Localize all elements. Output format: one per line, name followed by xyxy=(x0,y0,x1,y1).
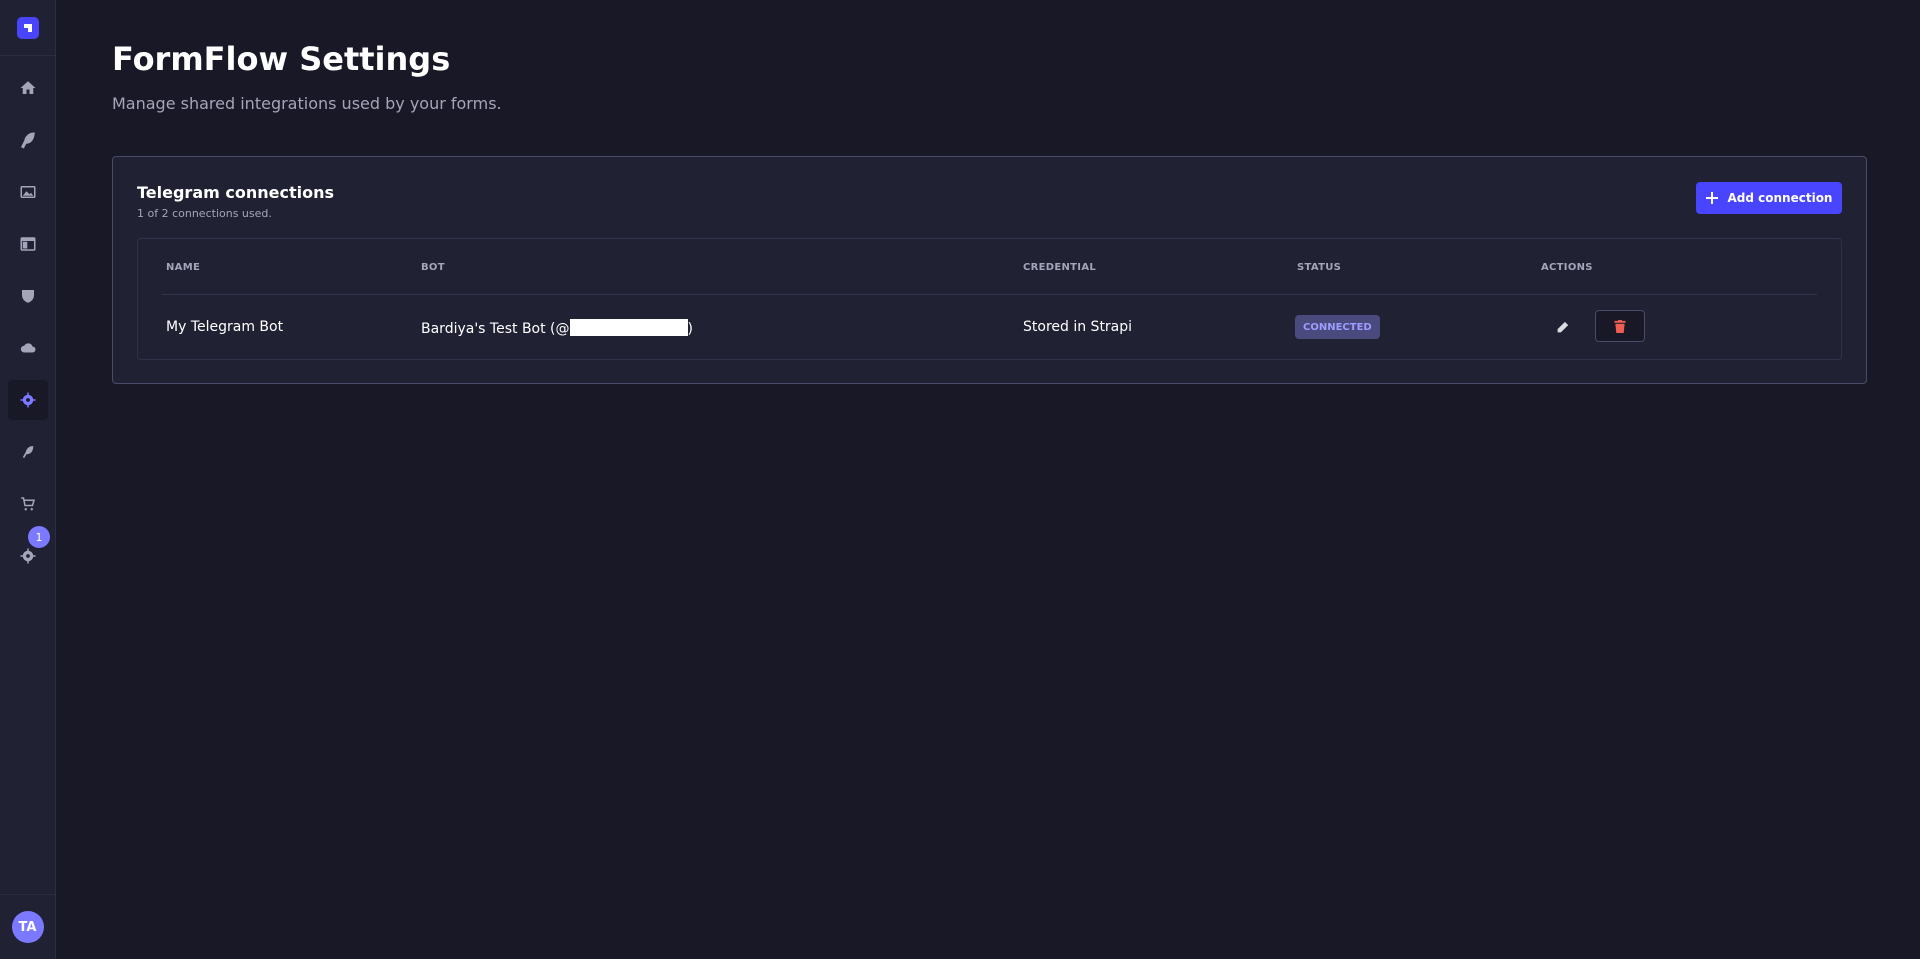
logo-area xyxy=(0,0,55,56)
home-icon xyxy=(20,81,36,94)
edit-button[interactable] xyxy=(1550,315,1574,339)
column-header-name: NAME xyxy=(166,262,201,273)
column-header-bot: BOT xyxy=(421,262,445,273)
connection-credential: Stored in Strapi xyxy=(1023,319,1133,335)
delete-button[interactable] xyxy=(1595,310,1645,342)
cart-icon xyxy=(21,497,35,511)
sidebar: 1 TA xyxy=(0,0,56,959)
telegram-connections-card: Telegram connections 1 of 2 connections … xyxy=(112,156,1867,384)
cloud-icon xyxy=(20,343,36,353)
nav-media-library[interactable] xyxy=(8,172,48,212)
layout-icon xyxy=(20,237,36,251)
add-connection-label: Add connection xyxy=(1727,191,1833,205)
sidebar-footer: TA xyxy=(0,894,55,959)
card-title: Telegram connections xyxy=(137,183,334,202)
media-icon xyxy=(20,186,36,198)
settings-icon xyxy=(20,548,36,564)
plus-icon xyxy=(1705,192,1718,204)
bot-suffix: ) xyxy=(687,321,693,337)
app-logo-icon[interactable] xyxy=(16,16,39,39)
page-title: FormFlow Settings xyxy=(112,40,451,78)
main-content: FormFlow Settings Manage shared integrat… xyxy=(56,0,1920,959)
column-header-actions: ACTIONS xyxy=(1541,262,1593,273)
connection-bot: Bardiya's Test Bot (@) xyxy=(421,319,693,337)
shield-icon xyxy=(22,290,34,303)
connections-usage: 1 of 2 connections used. xyxy=(137,207,272,220)
bot-name: Bardiya's Test Bot (@ xyxy=(421,321,570,337)
feather-icon xyxy=(20,132,35,149)
nav-content-manager[interactable] xyxy=(8,120,48,160)
nav-home[interactable] xyxy=(8,68,48,108)
notification-badge: 1 xyxy=(28,526,50,548)
connections-table: NAME BOT CREDENTIAL STATUS ACTIONS My Te… xyxy=(137,238,1842,360)
puzzle-icon xyxy=(22,446,34,458)
page-subtitle: Manage shared integrations used by your … xyxy=(112,94,502,113)
avatar[interactable]: TA xyxy=(11,911,44,943)
pencil-icon xyxy=(1557,321,1568,332)
trash-icon xyxy=(1614,319,1626,333)
column-header-status: STATUS xyxy=(1297,262,1342,273)
nav-settings[interactable]: 1 xyxy=(8,526,50,576)
nav-cloud[interactable] xyxy=(8,328,48,368)
nav-content-type-builder[interactable] xyxy=(8,224,48,264)
nav-plugins[interactable] xyxy=(8,432,48,472)
status-badge: CONNECTED xyxy=(1295,315,1380,339)
nav-security[interactable] xyxy=(8,276,48,316)
table-divider xyxy=(162,294,1817,295)
column-header-credential: CREDENTIAL xyxy=(1023,262,1097,273)
gear-icon xyxy=(20,392,36,408)
nav-marketplace[interactable] xyxy=(8,484,48,524)
connection-name: My Telegram Bot xyxy=(166,319,284,335)
add-connection-button[interactable]: Add connection xyxy=(1696,182,1842,214)
sidebar-nav: 1 xyxy=(0,56,55,576)
nav-formflow-settings[interactable] xyxy=(8,380,48,420)
redacted-username xyxy=(569,319,688,336)
